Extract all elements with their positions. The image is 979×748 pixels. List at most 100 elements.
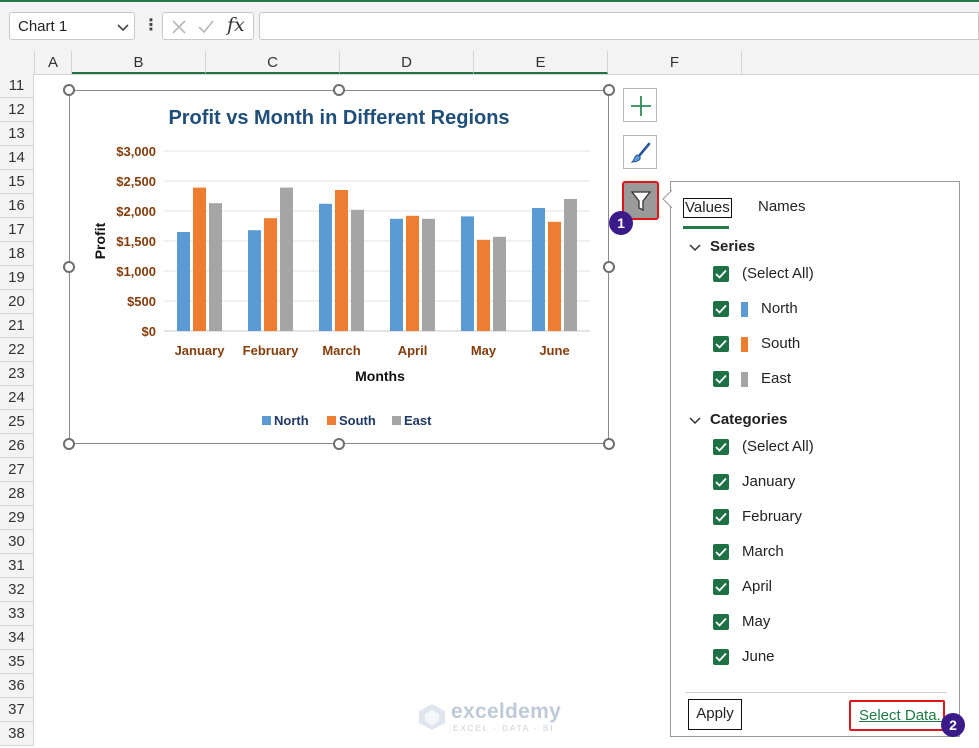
checkbox[interactable] (713, 336, 729, 352)
checkbox[interactable] (713, 301, 729, 317)
apply-button[interactable]: Apply (688, 699, 742, 730)
series-item-label[interactable]: East (761, 370, 791, 387)
column-header-e[interactable]: E (474, 51, 608, 74)
column-header-f[interactable]: F (608, 51, 742, 74)
chevron-down-icon[interactable] (116, 20, 130, 34)
step-badge-2: 2 (941, 713, 965, 737)
resize-handle[interactable] (603, 84, 615, 96)
resize-handle[interactable] (63, 438, 75, 450)
checkbox[interactable] (713, 439, 729, 455)
row-header[interactable]: 22 (0, 338, 34, 362)
cancel-icon[interactable] (171, 19, 187, 35)
resize-handle[interactable] (603, 438, 615, 450)
column-header-d[interactable]: D (340, 51, 474, 74)
row-header[interactable]: 11 (0, 74, 34, 98)
row-header[interactable]: 15 (0, 170, 34, 194)
bar-east-january (209, 203, 222, 331)
row-header[interactable]: 36 (0, 674, 34, 698)
legend-swatch (327, 416, 336, 425)
category-item-label[interactable]: April (742, 578, 772, 595)
checkbox[interactable] (713, 266, 729, 282)
resize-handle[interactable] (63, 84, 75, 96)
bar-east-may (493, 236, 506, 331)
column-header-b[interactable]: B (72, 51, 206, 74)
confirm-icon[interactable] (197, 19, 215, 35)
bar-north-june (532, 208, 545, 331)
row-header[interactable]: 12 (0, 98, 34, 122)
row-header[interactable]: 34 (0, 626, 34, 650)
series-color-swatch (741, 372, 748, 387)
panel-pointer (662, 190, 672, 208)
row-header[interactable]: 29 (0, 506, 34, 530)
row-header[interactable]: 33 (0, 602, 34, 626)
category-item-label[interactable]: May (742, 613, 770, 630)
resize-handle[interactable] (603, 261, 615, 273)
row-header[interactable]: 37 (0, 698, 34, 722)
row-header[interactable]: 38 (0, 722, 34, 746)
more-options-icon[interactable]: ⋮ (143, 16, 159, 36)
category-item-label[interactable]: (Select All) (742, 438, 814, 455)
row-header[interactable]: 18 (0, 242, 34, 266)
row-header[interactable]: 31 (0, 554, 34, 578)
chevron-down-icon[interactable] (689, 243, 701, 253)
y-tick-label: $1,000 (116, 264, 156, 279)
bar-north-march (319, 203, 332, 331)
row-header[interactable]: 35 (0, 650, 34, 674)
watermark-name: exceldemy (451, 700, 562, 723)
plus-icon (631, 96, 651, 116)
tab-names[interactable]: Names (758, 198, 806, 215)
bar-north-february (248, 230, 261, 331)
row-header[interactable]: 25 (0, 410, 34, 434)
resize-handle[interactable] (333, 84, 345, 96)
row-header[interactable]: 24 (0, 386, 34, 410)
formula-input[interactable] (259, 12, 979, 40)
select-all-corner[interactable] (0, 51, 35, 74)
resize-handle[interactable] (333, 438, 345, 450)
row-header[interactable]: 26 (0, 434, 34, 458)
checkbox[interactable] (713, 474, 729, 490)
row-header[interactable]: 20 (0, 290, 34, 314)
row-header[interactable]: 17 (0, 218, 34, 242)
checkbox[interactable] (713, 649, 729, 665)
row-header[interactable]: 28 (0, 482, 34, 506)
funnel-icon (630, 191, 652, 212)
bar-east-february (280, 187, 293, 331)
category-item-label[interactable]: June (742, 648, 775, 665)
chart-area[interactable]: Profit vs Month in Different Regions $0 $5… (69, 90, 609, 444)
resize-handle[interactable] (63, 261, 75, 273)
series-heading: Series (710, 238, 756, 255)
bar-north-april (390, 218, 403, 331)
series-item-label[interactable]: South (761, 335, 800, 352)
row-header[interactable]: 16 (0, 194, 34, 218)
checkbox[interactable] (713, 614, 729, 630)
chart-styles-button[interactable] (623, 135, 657, 169)
category-item-label[interactable]: March (742, 543, 784, 560)
series-item-label[interactable]: (Select All) (742, 265, 814, 282)
check-icon (715, 477, 727, 487)
checkbox[interactable] (713, 371, 729, 387)
column-header-a[interactable]: A (35, 51, 72, 74)
row-header[interactable]: 19 (0, 266, 34, 290)
series-item-label[interactable]: North (761, 300, 798, 317)
row-header[interactable]: 23 (0, 362, 34, 386)
row-header[interactable]: 32 (0, 578, 34, 602)
row-header[interactable]: 21 (0, 314, 34, 338)
row-header[interactable]: 13 (0, 122, 34, 146)
row-header[interactable]: 27 (0, 458, 34, 482)
category-item-label[interactable]: February (742, 508, 802, 525)
chevron-down-icon[interactable] (689, 416, 701, 426)
select-data-link[interactable]: Select Data... (859, 707, 949, 724)
name-box[interactable]: Chart 1 (9, 12, 135, 40)
chart-elements-button[interactable] (623, 88, 657, 122)
row-header[interactable]: 30 (0, 530, 34, 554)
name-box-value: Chart 1 (18, 18, 68, 35)
column-header-c[interactable]: C (206, 51, 340, 74)
category-item-label[interactable]: January (742, 473, 795, 490)
tab-values[interactable]: Values (683, 198, 732, 218)
x-tick-label: February (243, 343, 299, 358)
checkbox[interactable] (713, 509, 729, 525)
row-header[interactable]: 14 (0, 146, 34, 170)
checkbox[interactable] (713, 544, 729, 560)
checkbox[interactable] (713, 579, 729, 595)
insert-function-icon[interactable]: fx (227, 14, 245, 36)
